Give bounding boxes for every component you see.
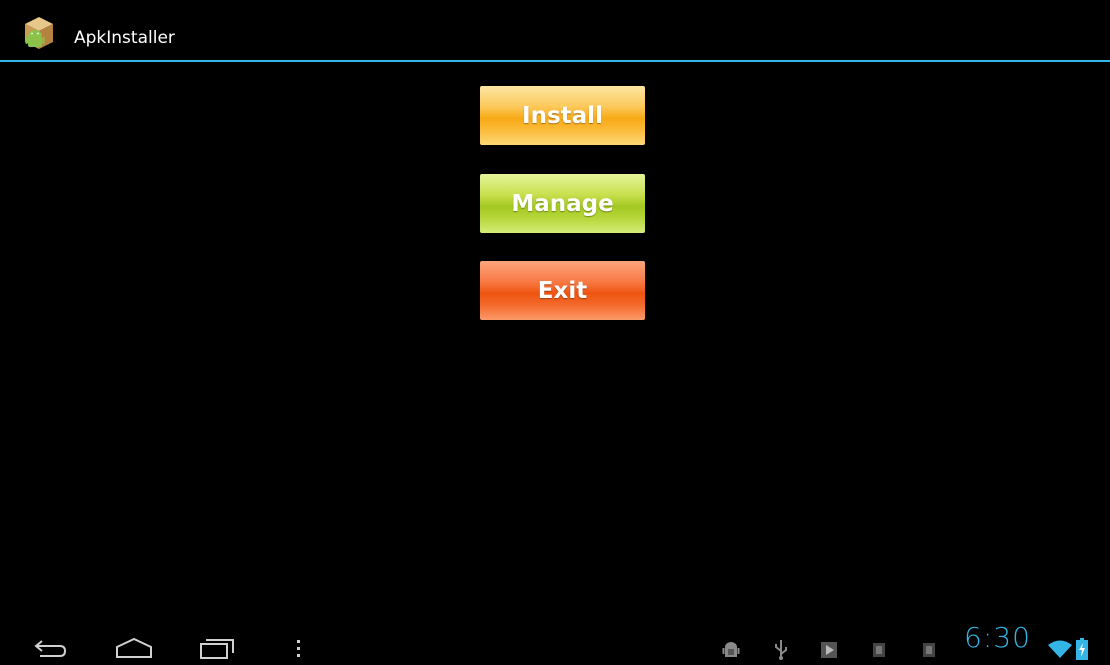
usb-icon[interactable] (773, 639, 789, 661)
clock[interactable]: 6:30 (964, 621, 1031, 654)
screen: ApkInstaller Install Manage Exit 6:30 (0, 0, 1110, 665)
install-button[interactable]: Install (480, 86, 645, 145)
home-icon[interactable] (114, 637, 154, 659)
recent-apps-icon[interactable] (198, 638, 238, 660)
battery-charging-icon[interactable] (1076, 638, 1088, 660)
menu-icon[interactable] (294, 638, 304, 660)
wifi-icon[interactable] (1047, 639, 1073, 659)
notification-icon[interactable] (873, 643, 885, 657)
system-bar: 6:30 (0, 615, 1110, 665)
manage-button[interactable]: Manage (480, 174, 645, 233)
notification-icon[interactable] (923, 643, 935, 657)
exit-button[interactable]: Exit (480, 261, 645, 320)
back-icon[interactable] (32, 637, 68, 659)
app-title: ApkInstaller (74, 28, 175, 48)
action-bar: ApkInstaller (0, 0, 1110, 62)
play-store-icon[interactable] (821, 642, 837, 658)
apk-installer-app-icon[interactable] (21, 14, 57, 52)
android-debug-icon[interactable] (722, 639, 740, 661)
